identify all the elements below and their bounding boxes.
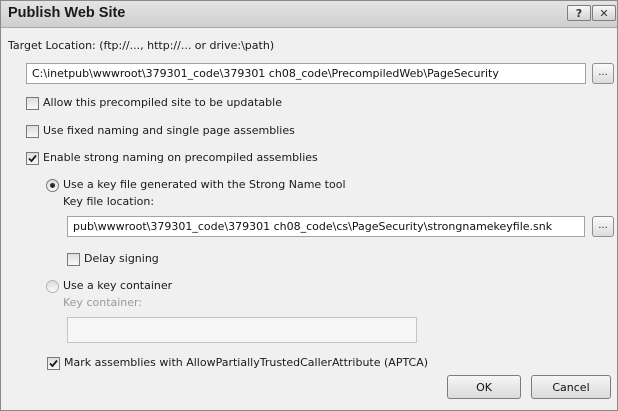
help-icon: ?	[575, 6, 583, 20]
ok-button-label: OK	[476, 380, 492, 394]
strong-naming-checkbox[interactable]	[26, 152, 39, 165]
help-button[interactable]: ?	[567, 5, 591, 21]
key-file-radio-label[interactable]: Use a key file generated with the Strong…	[63, 178, 346, 191]
target-location-label: Target Location: (ftp://..., http://... …	[8, 39, 275, 52]
updatable-label[interactable]: Allow this precompiled site to be updata…	[43, 96, 282, 109]
key-container-radio-label[interactable]: Use a key container	[63, 279, 172, 292]
close-icon: ✕	[599, 6, 609, 20]
checkmark-icon	[49, 359, 58, 368]
strong-naming-label[interactable]: Enable strong naming on precompiled asse…	[43, 151, 318, 164]
title-bar[interactable]: Publish Web Site ? ✕	[1, 1, 617, 28]
aptca-label[interactable]: Mark assemblies with AllowPartiallyTrust…	[64, 356, 428, 369]
target-browse-button[interactable]: ...	[592, 63, 614, 84]
key-file-location-input[interactable]: pub\wwwroot\379301_code\379301 ch08_code…	[67, 216, 585, 237]
delay-signing-label[interactable]: Delay signing	[84, 252, 159, 265]
key-container-input[interactable]	[67, 317, 417, 343]
ok-button[interactable]: OK	[447, 375, 521, 399]
cancel-button-label: Cancel	[552, 380, 590, 394]
key-file-radio[interactable]	[46, 179, 59, 192]
key-file-location-label: Key file location:	[63, 195, 155, 208]
target-location-input[interactable]: C:\inetpub\wwwroot\379301_code\379301 ch…	[26, 63, 586, 84]
key-file-browse-button[interactable]: ...	[592, 216, 614, 237]
fixed-naming-checkbox[interactable]	[26, 125, 39, 138]
radio-selected-dot	[50, 183, 55, 188]
close-button[interactable]: ✕	[592, 5, 616, 21]
aptca-checkbox[interactable]	[47, 357, 60, 370]
checkmark-icon	[28, 154, 37, 163]
cancel-button[interactable]: Cancel	[531, 375, 611, 399]
fixed-naming-label[interactable]: Use fixed naming and single page assembl…	[43, 124, 295, 137]
key-container-label: Key container:	[63, 296, 143, 309]
key-container-radio[interactable]	[46, 280, 59, 293]
ellipsis-icon: ...	[598, 67, 608, 78]
delay-signing-checkbox[interactable]	[67, 253, 80, 266]
ellipsis-icon: ...	[598, 220, 608, 231]
publish-web-site-dialog: Publish Web Site ? ✕ Target Location: (f…	[0, 0, 618, 411]
updatable-checkbox[interactable]	[26, 97, 39, 110]
dialog-title: Publish Web Site	[8, 5, 126, 21]
